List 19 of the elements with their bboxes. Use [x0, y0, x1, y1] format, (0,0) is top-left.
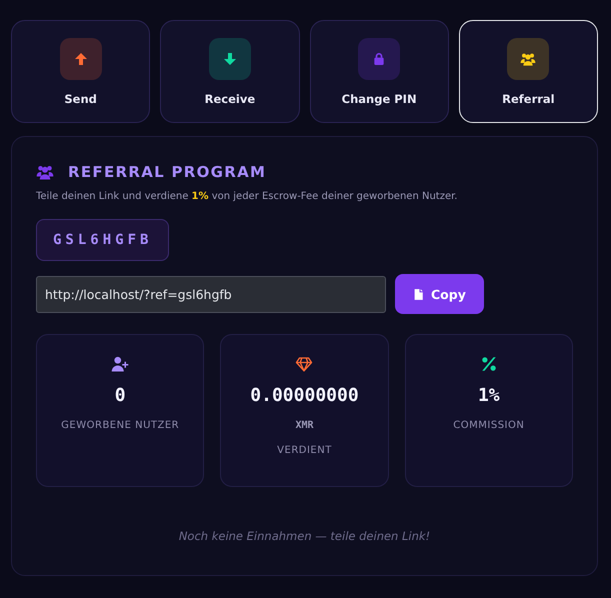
stat-unit: XMR [295, 420, 314, 431]
stat-label: VERDIENT [277, 445, 332, 456]
action-tile[interactable]: Referral [458, 20, 598, 123]
copy-icon [413, 288, 426, 300]
action-tile[interactable]: Change PIN [310, 20, 449, 123]
stat-label: GEWORBENE NUTZER [61, 420, 180, 431]
link-field[interactable]: http://localhost/?ref=gsl6hgfb [36, 276, 386, 312]
stat-value: 0 [114, 385, 126, 406]
copy-button[interactable]: Copy [395, 274, 484, 314]
stat-value: 0.00000000 [250, 385, 359, 406]
users-icon [36, 163, 54, 181]
stat-label: COMMISSION [453, 420, 524, 431]
stat-value: 1% [478, 385, 500, 406]
empty-note: Noch keine Einnahmen — teile deinen Link! [178, 529, 432, 543]
section-title: REFERRAL PROGRAM [68, 163, 266, 181]
action-tile[interactable]: Send [11, 20, 150, 123]
referral-code: GSL6HGFB [36, 219, 170, 261]
action-tile[interactable]: Receive [160, 20, 300, 123]
description: Teile deinen Link und verdiene 1% von jeder Escrow-Fee deiner geworbenen Nutzer. [36, 191, 458, 202]
